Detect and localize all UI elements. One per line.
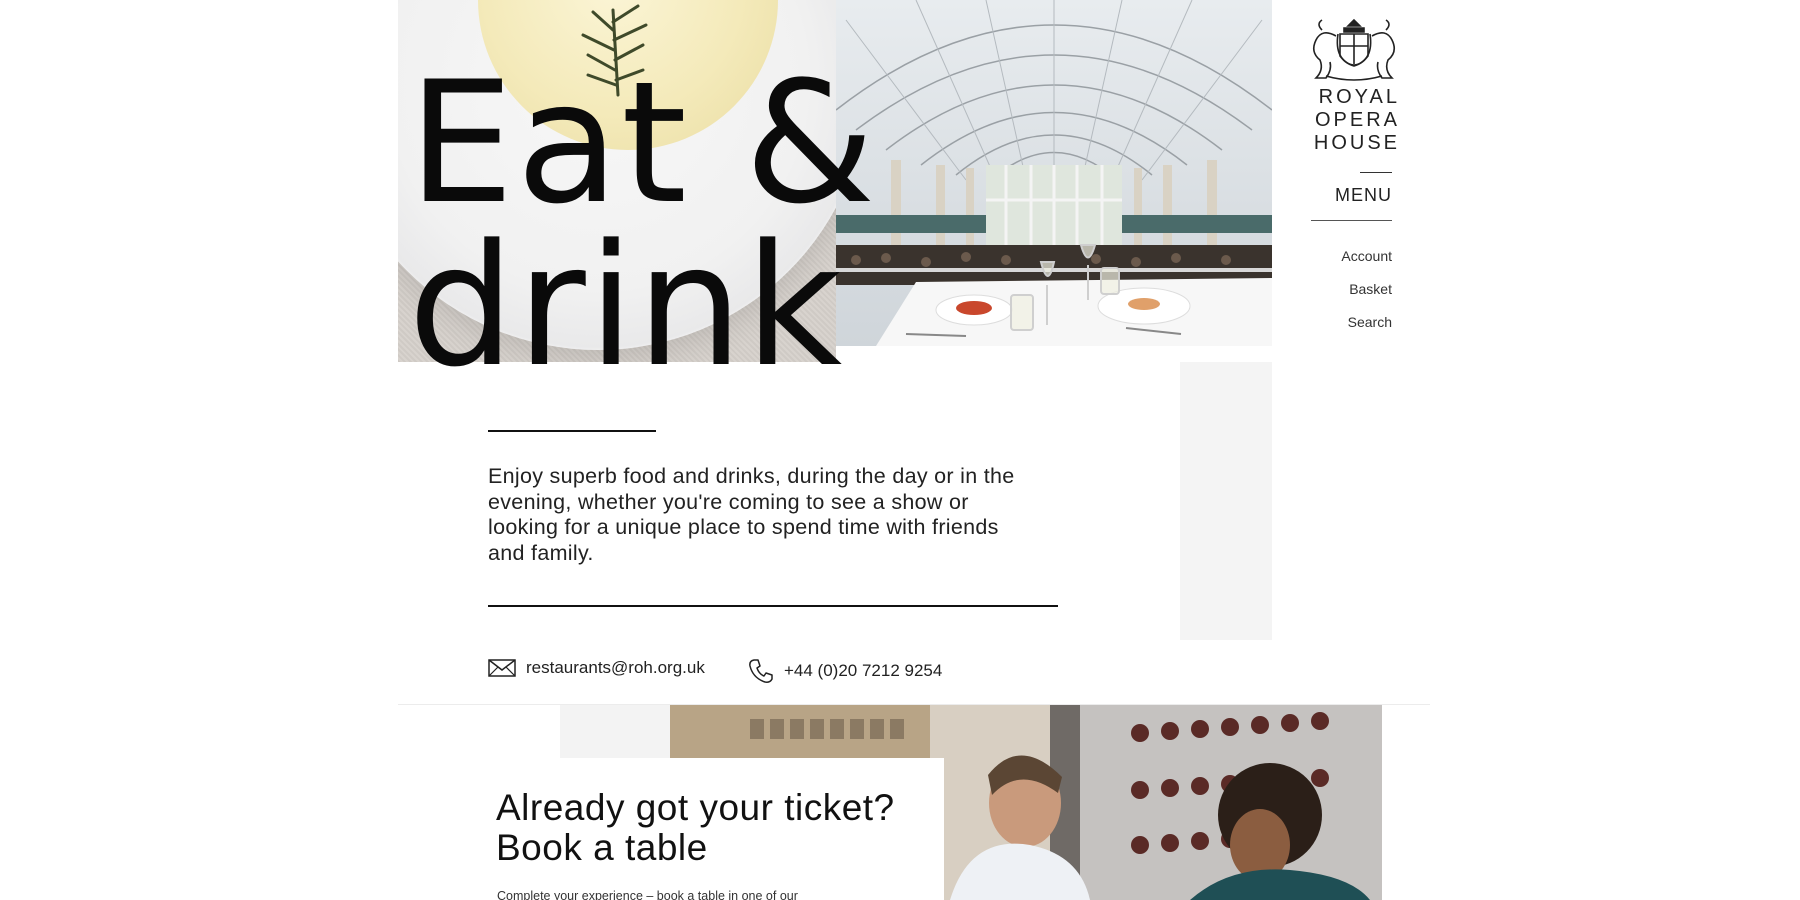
page: Eat & drink ROYAL OPERA HOUSE MENU Accou… xyxy=(0,0,1800,900)
nav-account-link[interactable]: Account xyxy=(1300,240,1392,273)
booking-title: Already got your ticket? Book a table xyxy=(496,787,895,868)
booking-grey-block xyxy=(560,705,670,765)
intro-rule-long xyxy=(488,605,1058,607)
phone-link[interactable]: +44 (0)20 7212 9254 xyxy=(748,658,942,684)
envelope-icon xyxy=(488,659,516,677)
email-link[interactable]: restaurants@roh.org.uk xyxy=(488,658,705,678)
menu-divider-top xyxy=(1360,172,1392,173)
nav-search-link[interactable]: Search xyxy=(1300,306,1392,339)
decorative-grey-panel xyxy=(1180,362,1272,640)
intro-text: Enjoy superb food and drinks, during the… xyxy=(488,464,1015,565)
royal-crest-icon xyxy=(1312,18,1396,81)
page-headline: Eat & drink xyxy=(408,45,878,404)
hero-hall-image xyxy=(836,0,1272,346)
brand-logo[interactable]: ROYAL OPERA HOUSE xyxy=(1300,16,1400,155)
menu-button[interactable]: MENU xyxy=(1310,185,1392,206)
hall-illustration xyxy=(836,0,1272,346)
menu-divider-bottom xyxy=(1311,220,1392,221)
booking-description: Complete your experience – book a table … xyxy=(497,889,798,900)
utility-nav: Account Basket Search xyxy=(1300,240,1392,339)
phone-number: +44 (0)20 7212 9254 xyxy=(784,661,943,680)
brand-name: ROYAL OPERA HOUSE xyxy=(1313,86,1400,154)
phone-icon xyxy=(749,659,773,683)
nav-basket-link[interactable]: Basket xyxy=(1300,273,1392,306)
email-address: restaurants@roh.org.uk xyxy=(526,658,705,677)
intro-rule-short xyxy=(488,430,656,432)
